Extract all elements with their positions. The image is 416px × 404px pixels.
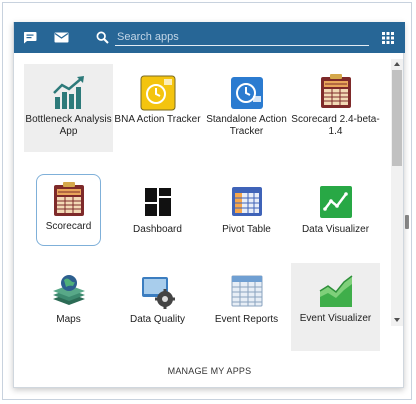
envelope-icon[interactable]	[51, 22, 71, 53]
app-label: Bottleneck Analysis App	[25, 114, 112, 137]
app-label: BNA Action Tracker	[114, 114, 201, 125]
app-label: Dashboard	[133, 224, 182, 235]
spreadsheet-icon	[229, 273, 265, 309]
app-tile-scorecard-beta[interactable]: Scorecard 2.4-beta-1.4	[291, 64, 380, 152]
app-tile-scorecard[interactable]: Scorecard	[36, 174, 101, 246]
app-label: Event Reports	[214, 314, 279, 325]
search-input[interactable]	[115, 28, 369, 46]
app-tile-standalone-action-tracker[interactable]: Standalone Action Tracker	[202, 64, 291, 152]
app-label: Pivot Table	[222, 224, 271, 235]
chat-bubble-icon[interactable]	[20, 22, 40, 53]
yellow-clock-icon	[140, 75, 176, 111]
app-tile-event-reports[interactable]: Event Reports	[202, 263, 291, 351]
app-label: Standalone Action Tracker	[206, 114, 287, 137]
app-tile-data-visualizer[interactable]: Data Visualizer	[291, 174, 380, 262]
app-tile-pivot-table[interactable]: Pivot Table	[202, 174, 291, 262]
app-label: Event Visualizer	[299, 313, 372, 324]
pivot-table-icon	[229, 184, 265, 220]
apps-scrollbar[interactable]	[391, 59, 403, 326]
dashboard-icon	[140, 184, 176, 220]
scroll-down-arrow-icon[interactable]	[394, 318, 400, 322]
app-tile-dashboard[interactable]: Dashboard	[113, 174, 202, 262]
app-tile-bna-action-tracker[interactable]: BNA Action Tracker	[113, 64, 202, 152]
scrollbar-thumb[interactable]	[392, 70, 402, 166]
app-label: Scorecard 2.4-beta-1.4	[291, 114, 380, 137]
app-label: Maps	[56, 314, 81, 325]
app-label: Scorecard	[45, 221, 92, 232]
line-chart-icon	[318, 184, 354, 220]
app-tile-event-visualizer[interactable]: Event Visualizer	[291, 263, 380, 351]
app-label: Data Quality	[129, 314, 186, 325]
apps-menu-footer: MANAGE MY APPS	[14, 353, 405, 388]
app-tile-data-quality[interactable]: Data Quality	[113, 263, 202, 351]
scorecard-icon	[318, 73, 354, 109]
gear-monitor-icon	[140, 273, 176, 309]
scorecard-icon	[51, 181, 87, 217]
manage-my-apps-link[interactable]: MANAGE MY APPS	[168, 366, 252, 376]
app-tile-maps[interactable]: Maps	[24, 263, 113, 351]
grid-icon[interactable]	[380, 22, 396, 53]
apps-grid: Bottleneck Analysis App BNA Action Track…	[14, 53, 390, 353]
magnifier-icon[interactable]	[94, 22, 110, 53]
apps-menu: Bottleneck Analysis App BNA Action Track…	[13, 22, 405, 388]
app-label: Data Visualizer	[301, 224, 370, 235]
apps-menu-header	[14, 22, 405, 53]
app-tile-bottleneck-analysis[interactable]: Bottleneck Analysis App	[24, 64, 113, 152]
resize-handle[interactable]	[405, 215, 409, 229]
area-chart-icon	[318, 273, 354, 309]
rising-bar-chart-icon	[51, 75, 87, 111]
scroll-up-arrow-icon[interactable]	[394, 62, 400, 66]
blue-clock-icon	[229, 75, 265, 111]
layered-globe-icon	[51, 273, 87, 309]
